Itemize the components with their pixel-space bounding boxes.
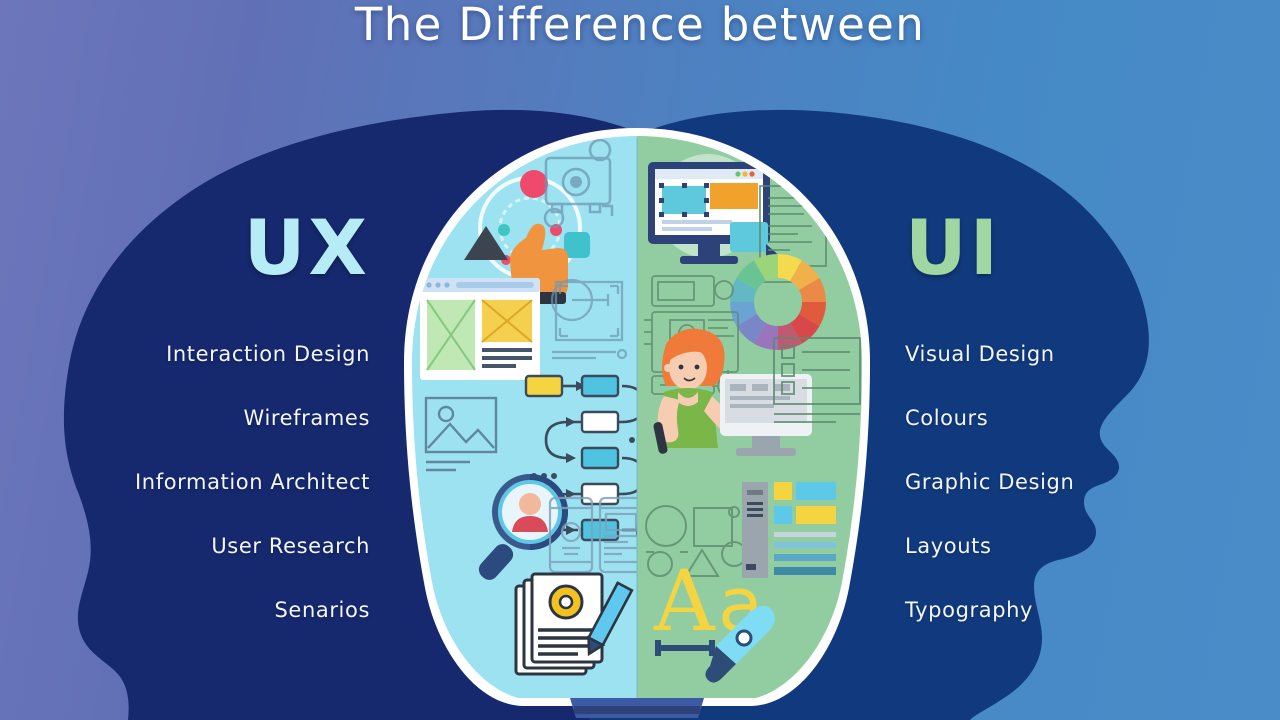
bulb-center-divider [636, 138, 638, 698]
ui-item-graphic-design: Graphic Design [905, 470, 1075, 494]
svg-text:A: A [653, 552, 716, 650]
ui-item-colours: Colours [905, 406, 989, 430]
ui-item-visual-design: Visual Design [905, 342, 1055, 366]
ui-item-typography: Typography [905, 598, 1034, 622]
ux-item-interaction-design: Interaction Design [166, 342, 370, 366]
ui-column: UI Visual Design Colours Graphic Design … [905, 203, 1225, 623]
ux-item-user-research: User Research [211, 534, 370, 558]
ux-item-senarios: Senarios [274, 598, 370, 622]
page-title: The Difference between [354, 0, 926, 51]
ux-item-information-architect: Information Architect [135, 470, 370, 494]
wireframe-browser-icon [420, 278, 540, 380]
ux-heading: UX [243, 203, 370, 292]
ui-item-layouts: Layouts [905, 534, 992, 558]
infographic-canvas: The Difference between UX Interaction De… [0, 0, 1280, 720]
lightbulb-graphic: A a [398, 126, 876, 720]
ux-column: UX Interaction Design Wireframes Informa… [70, 203, 370, 623]
ux-item-wireframes: Wireframes [243, 406, 370, 430]
ui-heading: UI [905, 203, 1001, 292]
bulb-base [570, 698, 704, 718]
